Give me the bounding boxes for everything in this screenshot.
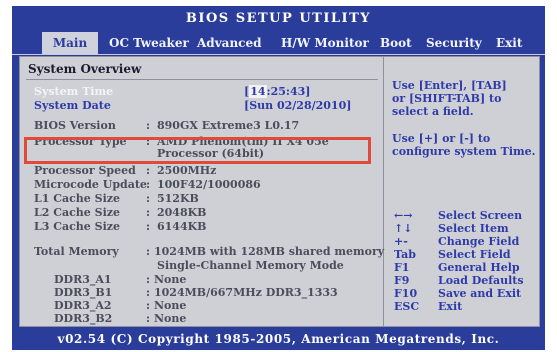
memory-slot-row: DDR3_B1 : 1024MB/667MHz DDR3_1333 <box>54 286 338 299</box>
info-row: Processor Speed : 2500MHz <box>34 164 217 177</box>
memory-mode-row: Single-Channel Memory Mode <box>157 259 344 272</box>
help-line: or [SHIFT-TAB] to <box>392 92 502 105</box>
info-row: L1 Cache Size : 512KB <box>34 192 199 205</box>
system-date-value[interactable]: [Sun 02/28/2010] <box>244 99 351 112</box>
arrows-left-right-icon: ←→ <box>394 209 413 222</box>
main-panel: System Overview System Time [14:25:43] S… <box>19 56 540 327</box>
arrows-up-down-icon: ↑↓ <box>394 222 413 235</box>
help-line: Use [+] or [-] to <box>392 132 491 145</box>
info-row: L2 Cache Size : 2048KB <box>34 206 207 219</box>
menu-hw-monitor[interactable]: H/W Monitor <box>281 32 369 54</box>
menu-bar: Main OC Tweaker Advanced H/W Monitor Boo… <box>12 32 545 55</box>
menu-oc-tweaker[interactable]: OC Tweaker <box>109 32 189 54</box>
processor-highlight-box <box>24 137 371 164</box>
copyright-footer: v02.54 (C) Copyright 1985-2005, American… <box>57 332 500 346</box>
memory-slot-row: DDR3_A1 : None <box>54 273 187 286</box>
memory-slot-row: DDR3_B2 : None <box>54 312 187 325</box>
section-title: System Overview <box>28 62 142 76</box>
info-row: L3 Cache Size : 6144KB <box>34 220 207 233</box>
divider <box>26 79 378 80</box>
info-row: Microcode Update : 100F42/1000086 <box>34 178 261 191</box>
help-pane: Use [Enter], [TAB] or [SHIFT-TAB] to sel… <box>392 79 536 313</box>
bios-screen: BIOS SETUP UTILITY Main OC Tweaker Advan… <box>12 6 545 350</box>
settings-pane: System Overview System Time [14:25:43] S… <box>20 57 384 326</box>
help-line: Use [Enter], [TAB] <box>392 79 507 92</box>
system-date-row[interactable]: System Date [Sun 02/28/2010] <box>20 99 380 112</box>
system-time-value[interactable]: [14:25:43] <box>244 85 310 98</box>
bios-title: BIOS SETUP UTILITY <box>185 11 372 26</box>
system-time-row[interactable]: System Time [14:25:43] <box>20 85 380 98</box>
menu-main[interactable]: Main <box>42 32 98 54</box>
help-line: select a field. <box>392 105 474 118</box>
info-row: BIOS Version : 890GX Extreme3 L0.17 <box>34 119 300 132</box>
system-date-label: System Date <box>34 99 111 112</box>
menu-boot[interactable]: Boot <box>380 32 412 54</box>
help-line: configure system Time. <box>392 145 536 158</box>
total-memory-row: Total Memory : 1024MB with 128MB shared … <box>34 245 385 258</box>
menu-advanced[interactable]: Advanced <box>197 32 262 54</box>
memory-slot-row: DDR3_A2 : None <box>54 299 187 312</box>
time-cursor[interactable]: 14 <box>249 85 267 98</box>
menu-exit[interactable]: Exit <box>496 32 522 54</box>
menu-security[interactable]: Security <box>426 32 482 54</box>
system-time-label: System Time <box>34 85 114 98</box>
